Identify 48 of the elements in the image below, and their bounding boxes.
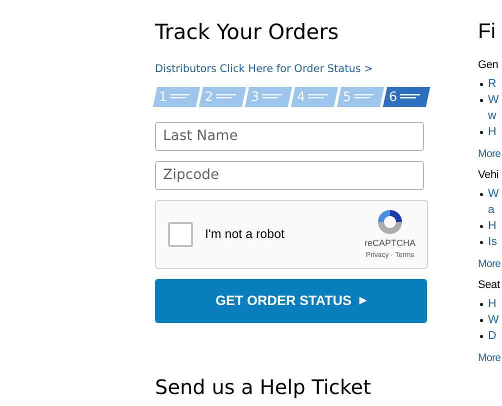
faq-link[interactable]: w [488, 108, 499, 124]
text-input-field[interactable]: Last Name [155, 122, 424, 151]
faq-link[interactable]: H [488, 218, 496, 234]
progress-step: 4 [290, 86, 338, 107]
faq-heading: Vehi [478, 168, 500, 182]
progress-step: 5 [336, 86, 384, 107]
text-input-field[interactable]: Zipcode [155, 160, 424, 190]
bullet-icon [480, 225, 483, 228]
faq-heading: Gen [478, 58, 500, 72]
step-caption-icon [354, 92, 376, 101]
faq-link[interactable]: D [488, 328, 496, 344]
recaptcha-brand: reCAPTCHA [364, 237, 416, 250]
step-caption-icon [308, 92, 330, 101]
step-caption-icon [216, 92, 238, 101]
distributor-link[interactable]: Distributors Click Here for Order Status > [155, 62, 373, 78]
section-title: Track Your Orders [155, 19, 340, 46]
more-link[interactable]: More [478, 351, 501, 365]
section-title: Fi [478, 19, 496, 45]
more-link[interactable]: More [478, 147, 501, 161]
bullet-icon [480, 303, 483, 306]
progress-step: 1 [152, 86, 200, 107]
faq-link[interactable]: a [488, 202, 499, 218]
faq-heading: Seat [478, 278, 501, 292]
step-caption-icon [262, 92, 284, 101]
bullet-icon [480, 241, 483, 244]
faq-link[interactable]: W [488, 312, 499, 328]
faq-link[interactable]: W [488, 92, 499, 108]
faq-link[interactable]: H [488, 296, 496, 312]
step-caption-icon [400, 92, 422, 101]
faq-link[interactable]: W [488, 186, 499, 202]
captcha-label: I'm not a robot [205, 226, 285, 243]
get-order-status-button[interactable]: GET ORDER STATUS ▶ [155, 278, 427, 323]
bullet-icon [480, 83, 483, 86]
faq-link[interactable]: H [488, 124, 496, 140]
more-link[interactable]: More [478, 257, 501, 271]
bullet-icon [480, 335, 483, 338]
bullet-icon [480, 131, 483, 134]
step-caption-icon [170, 92, 192, 101]
bullet-icon [480, 319, 483, 322]
captcha-checkbox[interactable] [168, 222, 193, 247]
faq-link[interactable]: Is [488, 234, 497, 250]
faq-link[interactable]: R [488, 76, 496, 92]
section-title: Send us a Help Ticket [155, 374, 372, 399]
progress-step: 2 [198, 86, 246, 107]
progress-step: 6 [382, 86, 430, 107]
bullet-icon [480, 99, 483, 102]
bullet-icon [480, 193, 483, 196]
progress-step: 3 [244, 86, 292, 107]
